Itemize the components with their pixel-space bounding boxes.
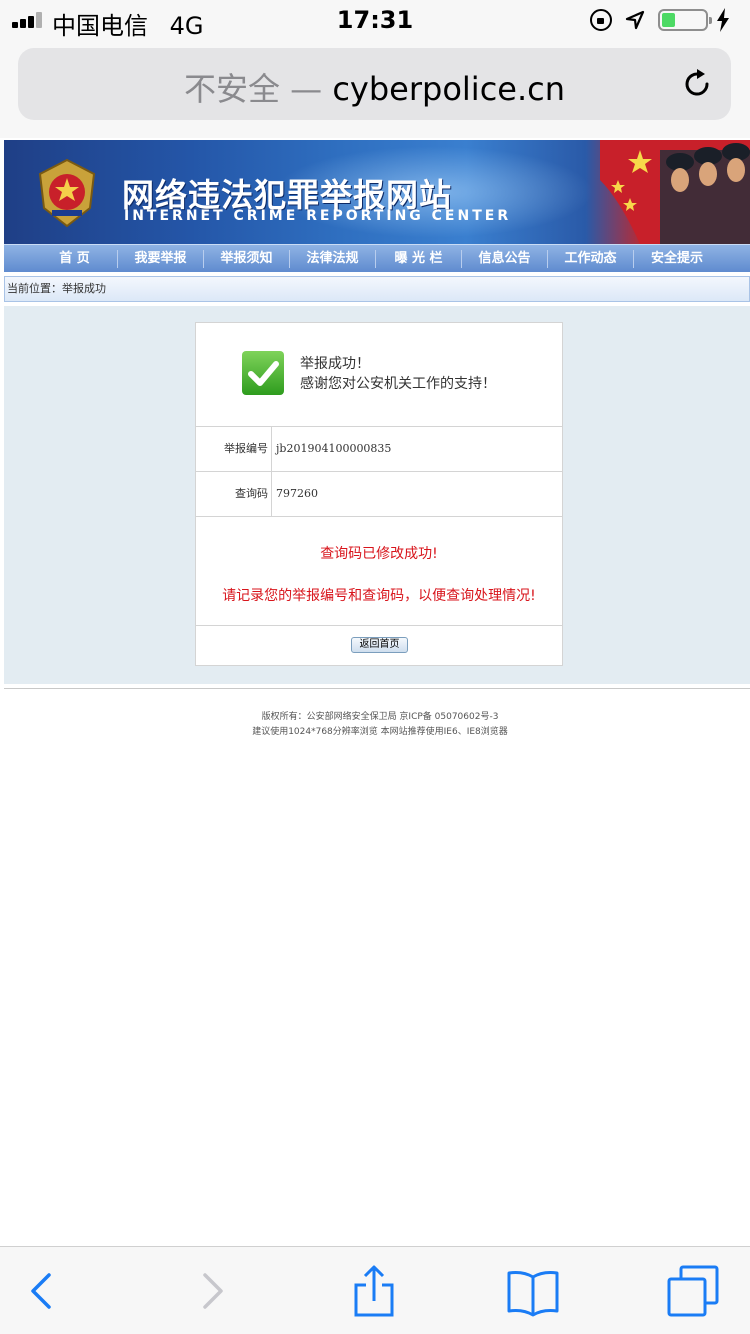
browser-toolbar xyxy=(0,1246,750,1334)
result-header: 举报成功！ 感谢您对公安机关工作的支持！ xyxy=(196,323,562,427)
domain-text: cyberpolice.cn xyxy=(332,70,566,108)
battery-fill xyxy=(662,13,675,27)
content-area: 举报成功！ 感谢您对公安机关工作的支持！ 举报编号 jb201904100000… xyxy=(4,306,750,684)
checkmark-icon xyxy=(242,351,284,395)
site-subtitle: INTERNET CRIME REPORTING CENTER xyxy=(124,208,512,224)
address-bar[interactable]: 不安全 — cyberpolice.cn xyxy=(18,48,731,120)
bookmarks-icon[interactable] xyxy=(505,1263,561,1319)
back-home-button[interactable]: 返回首页 xyxy=(351,637,408,653)
tabs-icon[interactable] xyxy=(665,1263,721,1319)
site-footer: 版权所有：公安部网络安全保卫局 京ICP备 05070602号-3 建议使用10… xyxy=(0,710,750,740)
query-code-label: 查询码 xyxy=(196,472,272,516)
nav-exposure[interactable]: 曝 光 栏 xyxy=(376,249,462,268)
notice-box: 查询码已修改成功! 请记录您的举报编号和查询码，以便查询处理情况! xyxy=(196,519,562,626)
nav-work-news[interactable]: 工作动态 xyxy=(548,249,634,268)
forward-icon[interactable] xyxy=(183,1263,239,1319)
success-title: 举报成功！ xyxy=(300,356,370,372)
nav-report[interactable]: 我要举报 xyxy=(118,249,204,268)
report-number-label: 举报编号 xyxy=(196,427,272,471)
notice-record-info: 请记录您的举报编号和查询码，以便查询处理情况! xyxy=(222,588,536,604)
reload-icon[interactable] xyxy=(681,68,713,100)
nav-guidelines[interactable]: 举报须知 xyxy=(204,249,290,268)
breadcrumb: 当前位置：举报成功 xyxy=(4,276,750,302)
nav-home[interactable]: 首 页 xyxy=(32,249,118,268)
notice-code-changed: 查询码已修改成功! xyxy=(320,546,438,562)
report-number-row: 举报编号 jb201904100000835 xyxy=(196,427,562,472)
charging-icon xyxy=(717,8,729,32)
flag-graphic xyxy=(600,140,750,244)
insecure-label: 不安全 xyxy=(183,70,280,108)
footer-copyright: 版权所有：公安部网络安全保卫局 京ICP备 05070602号-3 xyxy=(261,712,499,722)
address-separator: — xyxy=(279,70,333,108)
browser-address-area: 不安全 — cyberpolice.cn xyxy=(0,40,750,138)
nav-laws[interactable]: 法律法规 xyxy=(290,249,376,268)
query-code-row: 查询码 797260 xyxy=(196,472,562,517)
share-icon[interactable] xyxy=(346,1263,402,1319)
report-number-value: jb201904100000835 xyxy=(276,442,392,455)
footer-divider xyxy=(4,688,750,689)
site-banner: 网络违法犯罪举报网站 INTERNET CRIME REPORTING CENT… xyxy=(4,140,750,244)
nav-announcements[interactable]: 信息公告 xyxy=(462,249,548,268)
query-code-value: 797260 xyxy=(276,487,318,500)
police-emblem-icon xyxy=(38,158,96,228)
address-text[interactable]: 不安全 — cyberpolice.cn xyxy=(18,64,731,110)
success-message: 感谢您对公安机关工作的支持！ xyxy=(300,376,496,392)
site-nav: 首 页 我要举报 举报须知 法律法规 曝 光 栏 信息公告 工作动态 安全提示 xyxy=(4,244,750,272)
location-icon xyxy=(625,10,645,30)
status-icons xyxy=(590,7,740,33)
back-icon[interactable] xyxy=(15,1263,71,1319)
nav-safety-tips[interactable]: 安全提示 xyxy=(634,250,720,268)
battery-icon xyxy=(658,9,712,31)
orientation-lock-icon xyxy=(590,9,612,31)
website: 网络违法犯罪举报网站 INTERNET CRIME REPORTING CENT… xyxy=(4,140,750,684)
result-card: 举报成功！ 感谢您对公安机关工作的支持！ 举报编号 jb201904100000… xyxy=(195,322,563,666)
footer-browser-note: 建议使用1024*768分辨率浏览 本网站推荐使用IE6、IE8浏览器 xyxy=(252,727,508,737)
status-bar: 中国电信 4G 17:31 xyxy=(0,0,750,40)
